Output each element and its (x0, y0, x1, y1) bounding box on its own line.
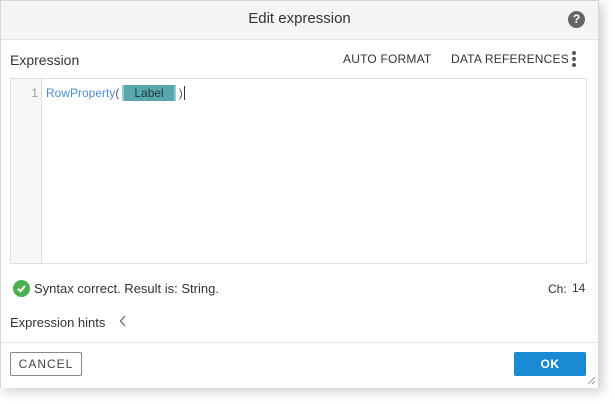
label-token[interactable]: Label (122, 85, 176, 101)
dialog-title: Edit expression (248, 10, 351, 27)
resize-grip-icon[interactable] (586, 375, 596, 385)
vertical-dots-icon[interactable] (570, 51, 578, 69)
edit-expression-dialog: Edit expression ? Expression AUTO FORMAT… (0, 0, 599, 388)
check-circle-icon (13, 280, 30, 297)
chevron-left-icon[interactable] (119, 314, 127, 330)
dialog-titlebar: Edit expression ? (1, 1, 598, 40)
auto-format-button[interactable]: AUTO FORMAT (343, 52, 431, 66)
data-references-button[interactable]: DATA REFERENCES (451, 52, 569, 66)
text-caret (183, 86, 185, 100)
line-number: 1 (31, 86, 38, 100)
expression-hints-label: Expression hints (10, 314, 106, 330)
syntax-status: Syntax correct. Result is: String. (13, 280, 219, 297)
cancel-button[interactable]: CANCEL (10, 352, 82, 376)
function-name: RowProperty (46, 86, 116, 100)
char-count-value: 14 (572, 281, 586, 295)
dialog-footer (1, 342, 598, 388)
char-count-label: Ch: (548, 282, 567, 296)
open-paren: ( (115, 86, 120, 100)
code-line[interactable]: RowProperty ( Label ) (46, 85, 185, 101)
expression-section-label: Expression (10, 52, 80, 68)
syntax-status-message: Syntax correct. Result is: String. (34, 281, 219, 296)
expression-editor[interactable]: 1 RowProperty ( Label ) (10, 78, 587, 264)
close-paren: ) (178, 86, 183, 100)
line-number-gutter: 1 (11, 79, 42, 263)
expression-hints-toggle[interactable]: Expression hints (10, 314, 127, 330)
ok-button[interactable]: OK (514, 352, 586, 376)
question-mark-icon[interactable]: ? (568, 11, 585, 28)
